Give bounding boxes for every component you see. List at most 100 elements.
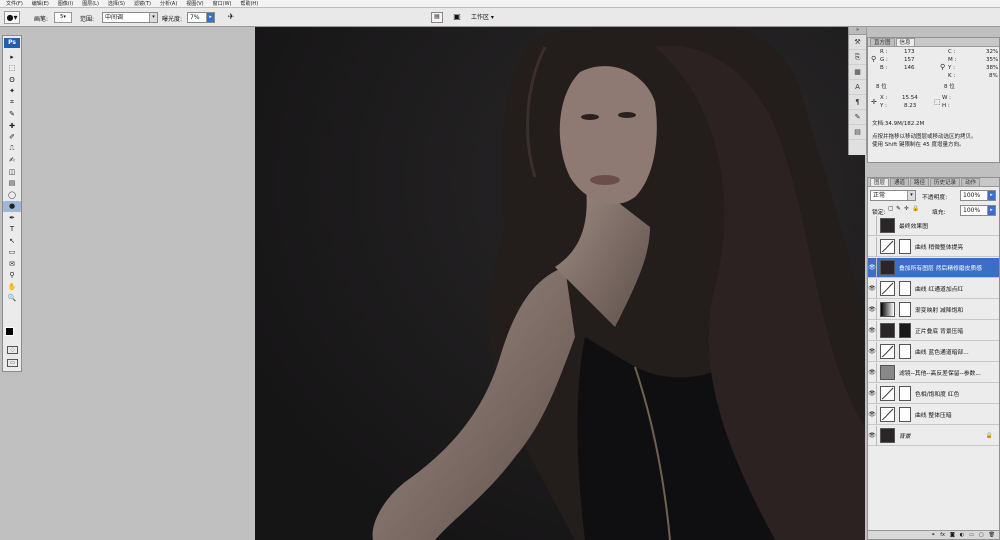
brush-picker[interactable]: 5▾ bbox=[54, 12, 72, 23]
layer-row[interactable]: 👁 滤镜--其他--高反差保留--参数... bbox=[868, 362, 999, 383]
layer-comps-icon[interactable]: ▦ bbox=[849, 65, 866, 80]
eye-icon[interactable]: 👁 bbox=[868, 362, 877, 383]
menu-item[interactable]: 编辑(E) bbox=[32, 0, 49, 7]
eye-icon[interactable]: 👁 bbox=[868, 320, 877, 341]
brush-tool-icon[interactable]: ✐ bbox=[3, 132, 21, 144]
slice-tool-icon[interactable]: ✎ bbox=[3, 109, 21, 121]
adjustment-layer-icon[interactable]: ◐ bbox=[960, 532, 964, 538]
workspace-button[interactable]: 工作区 ▾ bbox=[471, 11, 503, 24]
character-icon[interactable]: A bbox=[849, 80, 866, 95]
eye-icon[interactable]: 👁 bbox=[868, 341, 877, 362]
lasso-tool-icon[interactable]: ʘ bbox=[3, 74, 21, 86]
marquee-tool-icon[interactable]: ⬚ bbox=[3, 63, 21, 75]
eye-icon[interactable]: 👁 bbox=[868, 383, 877, 404]
notes-tool-icon[interactable]: ✉ bbox=[3, 258, 21, 270]
new-layer-icon[interactable]: ▢ bbox=[979, 532, 984, 538]
layer-mask-thumbnail[interactable] bbox=[899, 407, 911, 422]
tab-channels[interactable]: 通道 bbox=[890, 178, 910, 186]
move-tool-icon[interactable]: ▸ bbox=[3, 51, 21, 63]
layer-row[interactable]: 👁 叠加所有图层 然后精修磨皮质感 bbox=[868, 257, 999, 278]
crop-tool-icon[interactable]: ⌗ bbox=[3, 97, 21, 109]
layer-mask-thumbnail[interactable] bbox=[899, 386, 911, 401]
layer-row[interactable]: 👁 曲线 整体压暗 bbox=[868, 404, 999, 425]
palette-well-icon[interactable]: ▤ bbox=[431, 12, 443, 23]
document-canvas[interactable] bbox=[255, 27, 865, 540]
layer-row[interactable]: 最终效果图 bbox=[868, 215, 999, 236]
quick-mask-icon[interactable]: ◌ bbox=[7, 346, 18, 354]
eye-hidden-icon[interactable] bbox=[868, 215, 877, 236]
new-group-icon[interactable]: ▭ bbox=[969, 532, 974, 538]
opacity-input[interactable]: 100% ▸ bbox=[960, 190, 996, 201]
foreground-color-swatch[interactable] bbox=[5, 327, 14, 336]
magic-wand-tool-icon[interactable]: ✦ bbox=[3, 86, 21, 98]
exposure-input[interactable]: 7% ▸ bbox=[187, 12, 215, 23]
navigator-icon[interactable]: ▤ bbox=[849, 125, 866, 140]
lock-transparency-icon[interactable]: ▢ bbox=[888, 206, 893, 212]
menu-item[interactable]: 选择(S) bbox=[108, 0, 125, 7]
healing-tool-icon[interactable]: ✚ bbox=[3, 120, 21, 132]
screen-mode-icon[interactable]: ▭ bbox=[7, 359, 18, 367]
menu-item[interactable]: 图像(I) bbox=[58, 0, 73, 7]
eye-icon[interactable]: 👁 bbox=[868, 299, 877, 320]
layer-row[interactable]: 👁 正片叠底 背景压暗 bbox=[868, 320, 999, 341]
eye-icon[interactable]: 👁 bbox=[868, 425, 877, 446]
dodge-tool-icon[interactable]: ● bbox=[3, 200, 21, 212]
layer-style-icon[interactable]: fx bbox=[940, 532, 945, 538]
gradient-tool-icon[interactable]: ▤ bbox=[3, 178, 21, 190]
layer-mask-thumbnail[interactable] bbox=[899, 323, 911, 338]
layer-mask-thumbnail[interactable] bbox=[899, 302, 911, 317]
stamp-tool-icon[interactable]: ⎍ bbox=[3, 143, 21, 155]
layer-mask-thumbnail[interactable] bbox=[899, 344, 911, 359]
tab-paths[interactable]: 路径 bbox=[910, 178, 930, 186]
eye-hidden-icon[interactable] bbox=[868, 236, 877, 257]
tab-layers[interactable]: 图层 bbox=[870, 178, 890, 186]
eyedropper-tool-icon[interactable]: ⚲ bbox=[3, 270, 21, 282]
menu-item[interactable]: 分析(A) bbox=[160, 0, 177, 7]
type-tool-icon[interactable]: T bbox=[3, 224, 21, 236]
tab-history[interactable]: 历史记录 bbox=[930, 178, 961, 186]
eye-icon[interactable]: 👁 bbox=[868, 278, 877, 299]
zoom-tool-icon[interactable]: 🔍 bbox=[3, 293, 21, 305]
layer-mask-thumbnail[interactable] bbox=[899, 239, 911, 254]
path-select-tool-icon[interactable]: ↖ bbox=[3, 235, 21, 247]
range-select[interactable]: 中间调 ▾ bbox=[102, 12, 158, 23]
layer-row[interactable]: 👁 曲线 蓝色通道暗部... bbox=[868, 341, 999, 362]
menu-item[interactable]: 帮助(H) bbox=[240, 0, 258, 7]
collapse-icon[interactable]: » bbox=[849, 27, 866, 35]
bridge-icon[interactable]: ▣ bbox=[450, 12, 464, 23]
shape-tool-icon[interactable]: ▭ bbox=[3, 247, 21, 259]
menu-item[interactable]: 文件(F) bbox=[6, 0, 23, 7]
lock-position-icon[interactable]: ✛ bbox=[904, 206, 909, 212]
eraser-tool-icon[interactable]: ◫ bbox=[3, 166, 21, 178]
tab-info[interactable]: 信息 bbox=[895, 38, 915, 46]
eye-icon[interactable]: 👁 bbox=[868, 404, 877, 425]
eye-icon[interactable]: 👁 bbox=[868, 257, 877, 278]
pen-tool-icon[interactable]: ✒ bbox=[3, 212, 21, 224]
layer-row[interactable]: 👁 曲线 红通道加点红 bbox=[868, 278, 999, 299]
delete-layer-icon[interactable]: 🗑 bbox=[989, 532, 995, 538]
lock-pixels-icon[interactable]: ✎ bbox=[896, 206, 901, 212]
add-mask-icon[interactable]: ◙ bbox=[950, 532, 955, 538]
menu-item[interactable]: 视图(V) bbox=[186, 0, 203, 7]
menu-item[interactable]: 图层(L) bbox=[82, 0, 99, 7]
link-layers-icon[interactable]: ⚭ bbox=[931, 532, 935, 538]
menu-item[interactable]: 窗口(W) bbox=[213, 0, 232, 7]
layer-row[interactable]: 👁 渐变映射 减降饱和 bbox=[868, 299, 999, 320]
clone-source-icon[interactable]: ⎘ bbox=[849, 50, 866, 65]
blur-tool-icon[interactable]: ◯ bbox=[3, 189, 21, 201]
history-brush-tool-icon[interactable]: ✍ bbox=[3, 155, 21, 167]
dodge-tool-preset-icon[interactable]: ●▾ bbox=[4, 11, 20, 24]
paragraph-icon[interactable]: ¶ bbox=[849, 95, 866, 110]
tab-histogram[interactable]: 直方图 bbox=[870, 38, 895, 46]
brushes-icon[interactable]: ✎ bbox=[849, 110, 866, 125]
layer-mask-thumbnail[interactable] bbox=[899, 281, 911, 296]
layer-row[interactable]: 👁 色相/饱和度 红色 bbox=[868, 383, 999, 404]
menu-item[interactable]: 滤镜(T) bbox=[134, 0, 151, 7]
layer-row[interactable]: 👁 背景 🔒 bbox=[868, 425, 999, 446]
lock-all-icon[interactable]: 🔒 bbox=[912, 206, 919, 212]
tools-preset-icon[interactable]: ⚒ bbox=[849, 35, 866, 50]
blend-mode-select[interactable]: 正常 ▾ bbox=[870, 190, 916, 201]
layer-row[interactable]: 曲线 稍微整体提亮 bbox=[868, 236, 999, 257]
fill-input[interactable]: 100% ▸ bbox=[960, 205, 996, 216]
airbrush-icon[interactable]: ✈ bbox=[224, 12, 238, 23]
